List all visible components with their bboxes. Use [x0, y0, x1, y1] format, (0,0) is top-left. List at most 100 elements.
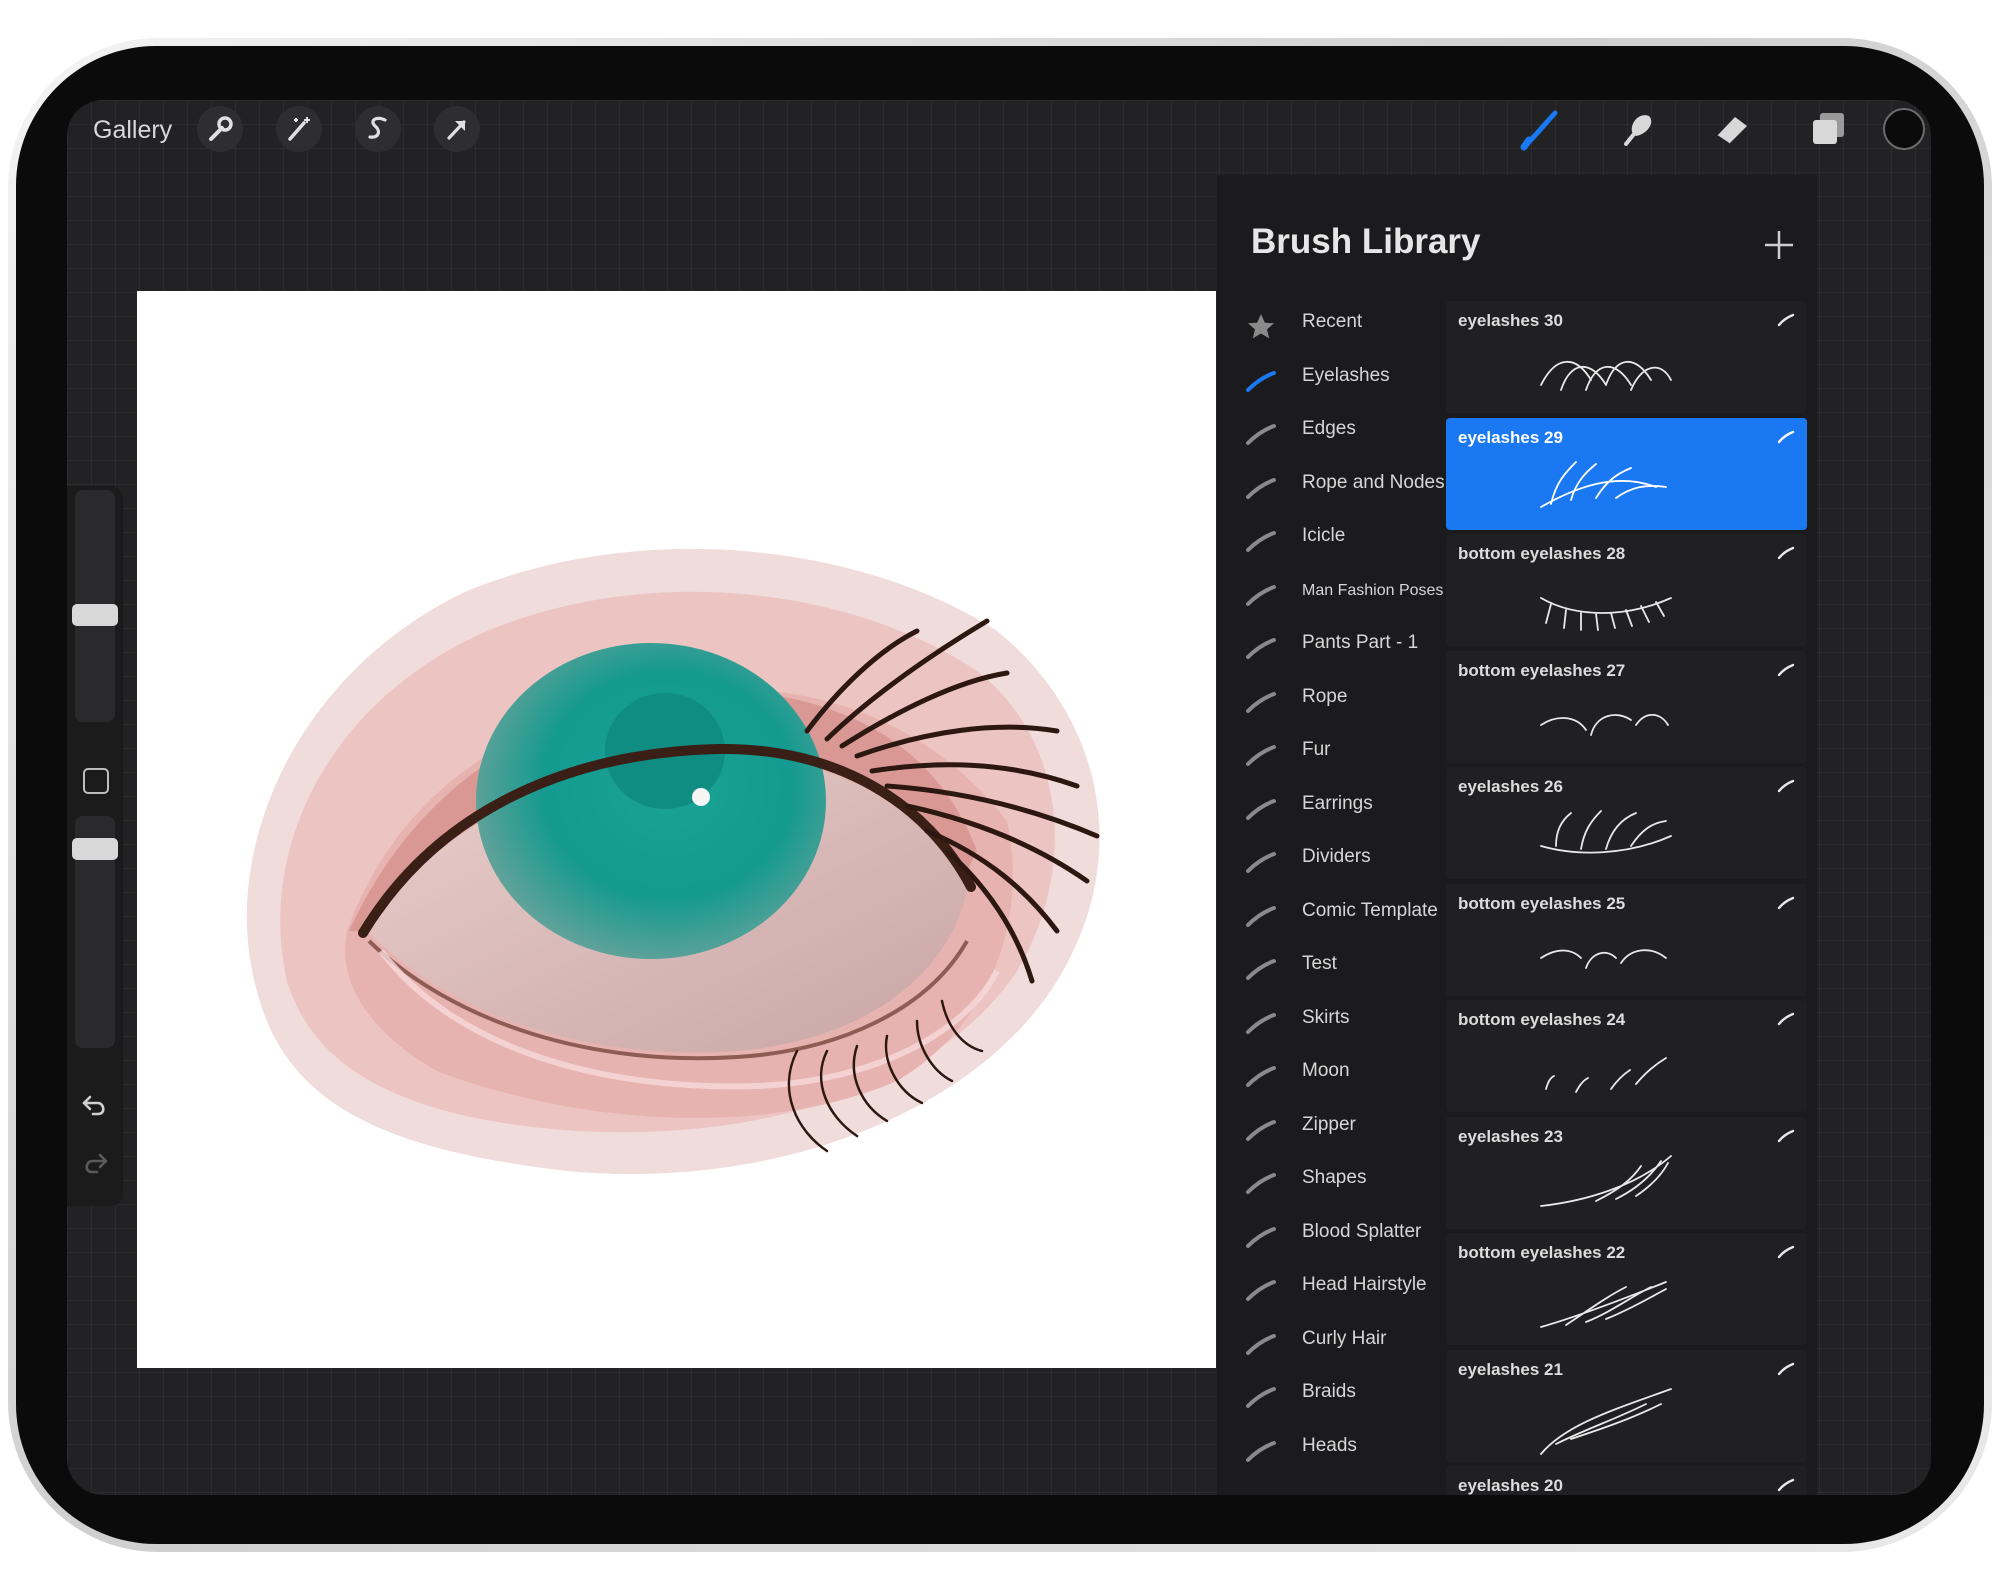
- brush-category-item[interactable]: Dividers: [1235, 836, 1435, 888]
- brush-name: eyelashes 30: [1458, 311, 1563, 330]
- brush-preview: [1540, 810, 1672, 854]
- brush-name: eyelashes 26: [1458, 777, 1563, 796]
- selection-s-icon[interactable]: [355, 106, 401, 152]
- brush-category-item[interactable]: Braids: [1235, 1371, 1435, 1423]
- opacity-handle[interactable]: [72, 838, 118, 860]
- brush-category-item[interactable]: Earrings: [1235, 783, 1435, 835]
- brush-card[interactable]: eyelashes 20: [1446, 1466, 1807, 1495]
- brush-category-label: Blood Splatter: [1302, 1220, 1422, 1242]
- brush-category-item[interactable]: Skirts: [1235, 997, 1435, 1049]
- brush-category-label: Braids: [1302, 1381, 1356, 1402]
- eye-artwork: [246, 548, 1100, 1175]
- brush-stroke-icon: [1246, 638, 1276, 659]
- transform-arrow-icon[interactable]: [434, 106, 480, 152]
- brush-category-item[interactable]: Eyelashes: [1235, 355, 1435, 407]
- brush-name: eyelashes 23: [1458, 1126, 1563, 1146]
- magic-wand-icon[interactable]: [276, 106, 322, 152]
- brush-name: eyelashes 21: [1458, 1359, 1563, 1379]
- brush-stroke-icon: [1246, 691, 1276, 713]
- brush-preview: [1540, 1154, 1672, 1207]
- brush-stroke-icon: [1777, 313, 1795, 327]
- brush-category-item[interactable]: Blood Splatter: [1235, 1211, 1435, 1263]
- brush-card[interactable]: bottom eyelashes 28: [1446, 534, 1807, 646]
- brush-stroke-icon: [1246, 584, 1276, 606]
- brush-preview: [1540, 1387, 1672, 1455]
- brush-stroke-icon: [1246, 1066, 1276, 1087]
- brush-name: bottom eyelashes 24: [1458, 1010, 1626, 1029]
- brush-category-label: Man Fashion Poses: [1302, 581, 1444, 599]
- brush-preview: [1540, 597, 1672, 631]
- brush-category-item[interactable]: Head Hairstyle: [1235, 1264, 1435, 1316]
- brush-category-item[interactable]: Test: [1235, 943, 1435, 995]
- brush-category-item[interactable]: Recent: [1235, 301, 1435, 353]
- brush-category-item[interactable]: Fur: [1235, 729, 1435, 781]
- brush-category-label: Recent: [1302, 311, 1363, 332]
- brush-card[interactable]: eyelashes 21: [1446, 1349, 1807, 1462]
- brush-stroke-icon: [1246, 1387, 1276, 1408]
- brush-preview: [1540, 360, 1672, 391]
- brush-size-handle[interactable]: [72, 604, 118, 626]
- brush-category-label: Earrings: [1302, 792, 1373, 814]
- brush-category-item[interactable]: Pants Part - 1: [1235, 622, 1435, 674]
- brush-name: bottom eyelashes 22: [1458, 1243, 1626, 1262]
- brush-stroke-icon: [1246, 1119, 1276, 1141]
- brush-stroke-icon: [1246, 1333, 1276, 1355]
- brush-category-item[interactable]: Edges: [1235, 408, 1435, 460]
- plus-icon[interactable]: [1759, 225, 1799, 265]
- brush-stroke-icon: [1777, 546, 1795, 560]
- smudge-icon[interactable]: [1612, 104, 1662, 154]
- brush-category-item[interactable]: Man Fashion Poses: [1235, 569, 1443, 621]
- brush-category-label: Icicle: [1302, 525, 1346, 546]
- brush-stroke-icon: [1777, 430, 1795, 443]
- brush-category-item[interactable]: Moon: [1235, 1050, 1435, 1102]
- brush-category-label: Pants Part - 1: [1302, 632, 1419, 653]
- brush-category-item[interactable]: Heads: [1235, 1425, 1435, 1477]
- brush-card[interactable]: bottom eyelashes 22: [1446, 1233, 1807, 1345]
- brush-category-label: Head Hairstyle: [1302, 1274, 1427, 1295]
- brush-preview: [1540, 460, 1667, 508]
- brush-category-item[interactable]: Comic Template: [1235, 890, 1438, 942]
- brush-category-label: Moon: [1302, 1060, 1350, 1081]
- brush-name: bottom eyelashes 27: [1458, 660, 1626, 680]
- brush-card[interactable]: eyelashes 30: [1446, 301, 1807, 413]
- brush-category-label: Heads: [1302, 1434, 1357, 1456]
- brush-stroke-icon: [1246, 477, 1276, 499]
- brush-category-label: Dividers: [1302, 846, 1371, 867]
- brush-category-item[interactable]: Curly Hair: [1235, 1318, 1435, 1370]
- brush-stroke-icon: [1246, 852, 1276, 873]
- brush-category-item[interactable]: Rope and Nodes: [1235, 462, 1445, 514]
- brush-card[interactable]: eyelashes 29: [1446, 417, 1807, 530]
- redo-icon[interactable]: [81, 1150, 109, 1176]
- brush-category-item[interactable]: Icicle: [1235, 515, 1435, 567]
- brush-stroke-icon: [1246, 1012, 1276, 1034]
- brush-card[interactable]: eyelashes 26: [1446, 767, 1807, 879]
- gallery-button[interactable]: Gallery: [93, 116, 172, 145]
- brush-category-label: Zipper: [1302, 1113, 1356, 1135]
- eraser-icon[interactable]: [1707, 104, 1757, 154]
- undo-icon[interactable]: [81, 1092, 109, 1118]
- brush-name: eyelashes 29: [1458, 427, 1563, 447]
- brush-card[interactable]: eyelashes 23: [1446, 1116, 1807, 1229]
- brush-category-item[interactable]: Shapes: [1235, 1157, 1435, 1209]
- brush-card[interactable]: bottom eyelashes 27: [1446, 650, 1807, 763]
- brush-stroke-icon: [1246, 745, 1276, 766]
- brush-preview: [1540, 713, 1669, 736]
- brush-preview: [1545, 1057, 1667, 1093]
- wrench-icon[interactable]: [197, 106, 243, 152]
- brush-category-label: Rope: [1302, 685, 1348, 707]
- modify-square-icon[interactable]: [83, 768, 109, 794]
- brush-card[interactable]: bottom eyelashes 25: [1446, 883, 1807, 996]
- brush-library-panel: Brush Library Recent Eyelashes Edges Rope a…: [1217, 175, 1817, 1495]
- drawing-canvas[interactable]: [137, 291, 1216, 1368]
- color-picker-swatch[interactable]: [1883, 108, 1925, 150]
- brush-card[interactable]: bottom eyelashes 24: [1446, 1000, 1807, 1112]
- layers-icon[interactable]: [1803, 104, 1853, 154]
- brush-preview: [1540, 1281, 1667, 1328]
- brush-category-label: Rope and Nodes: [1302, 471, 1445, 493]
- paintbrush-icon[interactable]: [1515, 104, 1565, 154]
- brush-category-item[interactable]: Zipper: [1235, 1104, 1435, 1156]
- brush-stroke-icon: [1246, 1173, 1276, 1194]
- brush-category-item[interactable]: Rope: [1235, 676, 1435, 728]
- brush-category-label: Test: [1302, 953, 1337, 974]
- brush-category-label: Edges: [1302, 418, 1356, 439]
